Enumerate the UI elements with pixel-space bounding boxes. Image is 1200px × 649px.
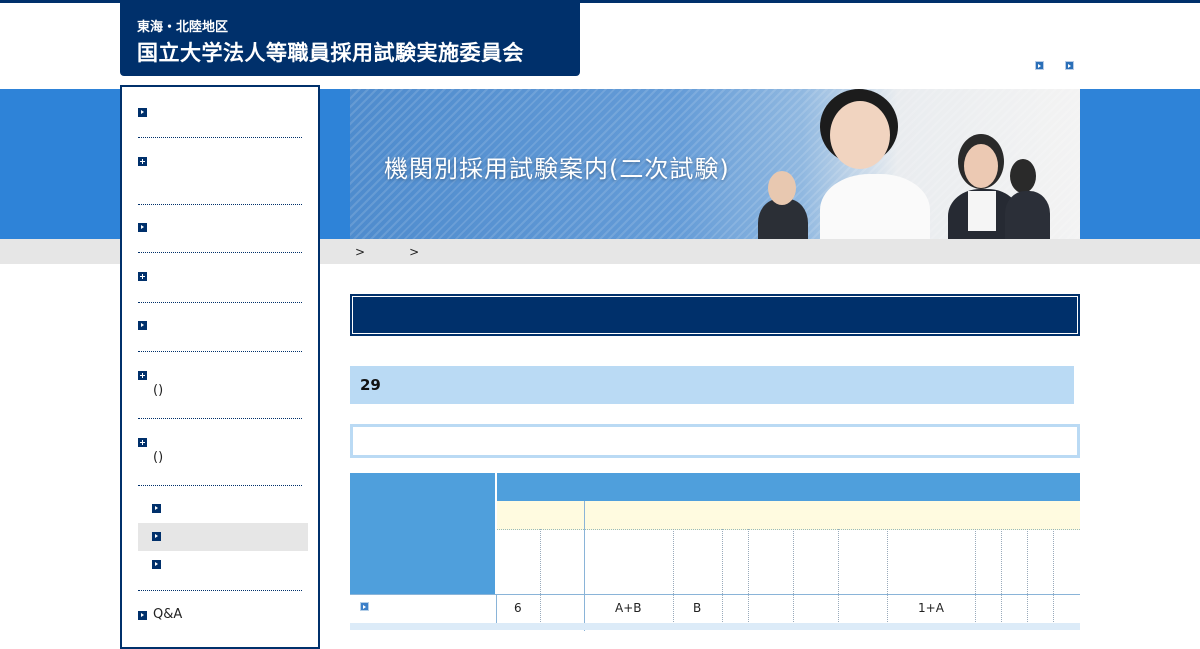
hero-banner: 機関別採用試験案内(二次試験) xyxy=(350,89,1080,239)
header-link-arrow-icon[interactable] xyxy=(1035,61,1044,70)
table-divider xyxy=(722,529,723,630)
sidebar-subitem[interactable] xyxy=(152,497,302,523)
subsection-heading: 29 xyxy=(350,366,1074,404)
sidebar-item-label: Q&A xyxy=(153,607,183,622)
arrow-bullet-icon xyxy=(138,611,147,620)
table-cell: 6 xyxy=(514,601,522,615)
arrow-bullet-icon xyxy=(138,108,147,117)
table-cell: 1+A xyxy=(918,601,944,615)
notice-box xyxy=(350,424,1080,458)
table-cell: A+B xyxy=(615,601,642,615)
breadcrumb-separator: > xyxy=(355,245,366,259)
sidebar-nav: () () Q&A xyxy=(120,85,320,649)
table-divider xyxy=(793,529,794,630)
hero-title: 機関別採用試験案内(二次試験) xyxy=(384,155,730,183)
section-heading xyxy=(350,294,1080,336)
table-divider xyxy=(540,529,541,630)
arrow-bullet-icon xyxy=(152,560,161,569)
sidebar-subitem[interactable] xyxy=(152,553,302,579)
site-logo[interactable]: 東海・北陸地区 国立大学法人等職員採用試験実施委員会 xyxy=(120,0,580,76)
expand-plus-icon xyxy=(138,438,147,447)
table-header-left xyxy=(350,473,495,595)
table-divider xyxy=(748,529,749,630)
table-row-separator xyxy=(350,594,1080,595)
region-label: 東海・北陸地区 xyxy=(137,20,229,35)
table-divider xyxy=(673,529,674,630)
sidebar-item-label: () xyxy=(153,383,164,398)
table-divider xyxy=(1001,529,1002,630)
sidebar-item[interactable]: () xyxy=(138,418,302,486)
expand-plus-icon xyxy=(138,371,147,380)
sidebar-subitem-active[interactable] xyxy=(152,525,302,551)
org-name: 国立大学法人等職員採用試験実施委員会 xyxy=(137,41,524,65)
expand-plus-icon xyxy=(138,272,147,281)
arrow-bullet-icon xyxy=(138,223,147,232)
table-divider xyxy=(838,529,839,630)
sidebar-item[interactable] xyxy=(138,252,302,303)
sidebar-item[interactable] xyxy=(138,302,302,352)
table-divider xyxy=(1027,529,1028,630)
sidebar-item-qa[interactable]: Q&A xyxy=(138,601,302,631)
sidebar-divider xyxy=(138,590,302,591)
breadcrumb: > > xyxy=(355,245,463,259)
arrow-bullet-icon xyxy=(152,504,161,513)
table-divider xyxy=(584,501,585,631)
arrow-bullet-icon xyxy=(138,321,147,330)
sidebar-item[interactable] xyxy=(138,137,302,205)
table-divider xyxy=(1053,529,1054,630)
expand-plus-icon xyxy=(138,157,147,166)
table-divider xyxy=(887,529,888,630)
sidebar-item-label: () xyxy=(153,450,164,465)
table-cell: B xyxy=(693,601,702,615)
sidebar-item[interactable] xyxy=(138,204,302,253)
arrow-bullet-icon xyxy=(152,532,161,541)
table-header-top xyxy=(497,473,1080,501)
subsection-heading-text: 29 xyxy=(360,376,381,394)
table-divider xyxy=(975,529,976,630)
sidebar-item[interactable]: () xyxy=(138,351,302,419)
header-link-arrow-icon[interactable] xyxy=(1065,61,1074,70)
table-row xyxy=(350,623,1080,630)
row-link-arrow-icon[interactable] xyxy=(360,602,369,611)
sidebar-item[interactable] xyxy=(138,87,302,138)
breadcrumb-separator: > xyxy=(409,245,420,259)
